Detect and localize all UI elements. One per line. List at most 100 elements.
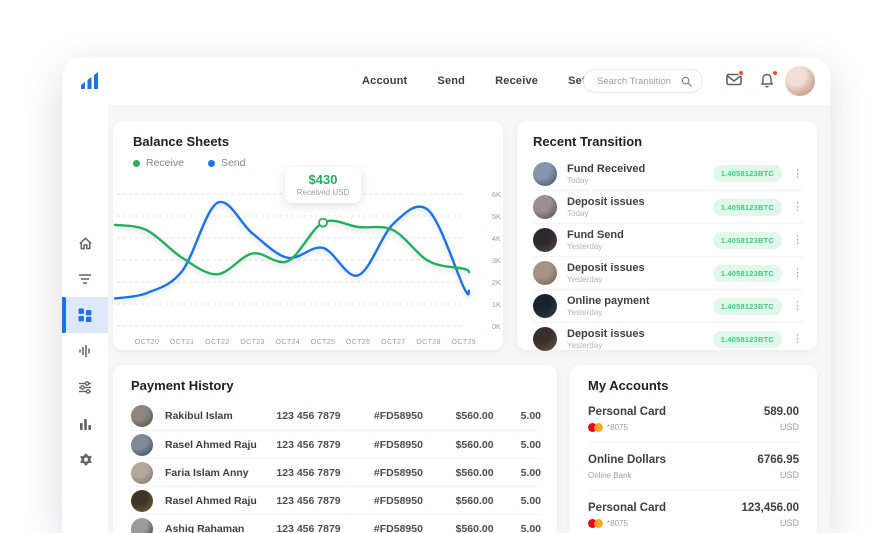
transition-row[interactable]: Online paymentYesterday1.4058123BTC⋮ (533, 289, 803, 322)
transition-list: Fund ReceivedToday1.4058123BTC⋮Deposit i… (533, 157, 803, 355)
kebab-menu-icon[interactable]: ⋮ (792, 169, 803, 179)
card-title: Payment History (131, 378, 541, 393)
payment-ref: #FD58950 (374, 410, 456, 422)
tooltip-label: Received USD (289, 188, 357, 197)
home-icon (78, 236, 93, 251)
svg-text:OCT26: OCT26 (346, 339, 371, 346)
nav-send[interactable]: Send (437, 75, 465, 87)
account-item[interactable]: Personal Card*8075589.00USD (588, 395, 799, 443)
payer-name: Rakibul Islam (165, 410, 276, 422)
transition-time: Yesterday (567, 242, 713, 251)
transition-title: Deposit issues (567, 262, 713, 274)
avatar (131, 405, 153, 427)
legend-dot (133, 160, 140, 167)
payer-name: Rasel Ahmed Raju (165, 495, 276, 507)
nav-account[interactable]: Account (362, 75, 407, 87)
account-item[interactable]: Online Dollars Online Bank 6766.95USD (588, 443, 799, 491)
svg-text:OCT20: OCT20 (135, 339, 160, 346)
kebab-menu-icon[interactable]: ⋮ (792, 334, 803, 344)
avatar (533, 162, 557, 186)
transition-row[interactable]: Deposit issuesToday1.4058123BTC ⋮ (533, 190, 803, 223)
account-item[interactable]: Personal Card*8075123,456.00USD (588, 491, 799, 533)
avatar (533, 327, 557, 351)
nav-receive[interactable]: Receive (495, 75, 538, 87)
chart-tooltip: $430 Received USD (285, 167, 361, 203)
amount-badge: 1.4058123BTC (713, 232, 782, 249)
account-left: Personal Card*8075 (588, 502, 666, 528)
legend-dot (208, 160, 215, 167)
mastercard-icon (588, 423, 603, 432)
amount-badge: 1.4058123BTC (713, 199, 782, 216)
payment-phone: 123 456 7879 (276, 439, 373, 451)
payment-row[interactable]: Rasel Ahmed Raju123 456 7879#FD58950$560… (131, 430, 541, 458)
bar-chart-icon (79, 417, 92, 430)
svg-text:OCT24: OCT24 (276, 339, 301, 346)
legend-send[interactable]: Send (208, 157, 246, 169)
payment-row[interactable]: Ashiq Rahaman123 456 7879#FD58950$560.00… (131, 514, 541, 533)
account-amount: 589.00 (764, 406, 799, 418)
payment-fee: 5.00 (521, 467, 541, 479)
payment-row[interactable]: Rasel Ahmed Raju123 456 7879#FD58950$560… (131, 486, 541, 514)
legend-label: Send (221, 157, 246, 169)
transition-title: Fund Send (567, 229, 713, 241)
amount-badge: 1.4058123BTC (713, 265, 782, 282)
svg-text:OCT21: OCT21 (170, 339, 195, 346)
search-input[interactable] (597, 76, 681, 87)
card-title: Recent Transition (533, 134, 803, 149)
logo-bars-icon[interactable] (78, 69, 104, 93)
payment-phone: 123 456 7879 (276, 467, 373, 479)
sidebar-item-dashboard[interactable] (62, 297, 108, 333)
transition-info: Fund SendYesterday (567, 229, 713, 251)
transition-row[interactable]: Fund ReceivedToday1.4058123BTC⋮ (533, 157, 803, 190)
search-box[interactable] (583, 69, 703, 93)
avatar (533, 261, 557, 285)
payment-row[interactable]: Faria Islam Anny123 456 7879#FD58950$560… (131, 458, 541, 486)
sidebar-item-bar-chart[interactable] (62, 405, 108, 441)
svg-text:2K: 2K (492, 278, 501, 287)
transition-time: Today (567, 209, 713, 218)
transition-info: Fund ReceivedToday (567, 163, 713, 185)
transition-row[interactable]: Fund SendYesterday1.4058123BTC ⋮ (533, 223, 803, 256)
payment-amount: $560.00 (456, 410, 521, 422)
payment-phone: 123 456 7879 (276, 410, 373, 422)
balance-chart[interactable]: $430 Received USD 6K5K4K3K2K1K0KOCT20OCT… (113, 179, 503, 350)
payment-row[interactable]: Rakibul Islam123 456 7879#FD58950$560.00… (131, 402, 541, 430)
account-bank: Online Bank (588, 471, 632, 480)
sidebar-item-settings[interactable] (62, 441, 108, 477)
account-name: Online Dollars (588, 454, 666, 466)
payer-name: Ashiq Rahaman (165, 523, 276, 533)
kebab-menu-icon[interactable]: ⋮ (792, 235, 803, 245)
kebab-menu-icon[interactable]: ⋮ (792, 268, 803, 278)
payment-fee: 5.00 (521, 439, 541, 451)
svg-text:OCT29: OCT29 (452, 339, 477, 346)
card-title: My Accounts (588, 378, 799, 393)
account-sub: Online Bank (588, 471, 666, 480)
sidebar-item-home[interactable] (62, 225, 108, 261)
svg-text:6K: 6K (492, 190, 501, 199)
svg-text:OCT27: OCT27 (381, 339, 406, 346)
sliders-icon (78, 381, 92, 394)
user-avatar[interactable] (785, 66, 815, 96)
transition-row[interactable]: Deposit issuesYesterday1.4058123BTC ⋮ (533, 256, 803, 289)
sidebar-item-filter[interactable] (62, 261, 108, 297)
transition-title: Deposit issues (567, 196, 713, 208)
account-amount: 6766.95 (757, 454, 799, 466)
payer-name: Rasel Ahmed Raju (165, 439, 276, 451)
sidebar-item-sliders[interactable] (62, 369, 108, 405)
kebab-menu-icon[interactable]: ⋮ (792, 202, 803, 212)
mail-icon[interactable] (726, 73, 742, 87)
transition-row[interactable]: Deposit issuesYesterday1.4058123BTC⋮ (533, 322, 803, 355)
equalizer-icon (78, 344, 92, 358)
transition-info: Deposit issuesYesterday (567, 262, 713, 284)
account-right: 6766.95USD (757, 454, 799, 480)
bell-icon[interactable] (760, 73, 776, 87)
kebab-menu-icon[interactable]: ⋮ (792, 301, 803, 311)
account-amount: 123,456.00 (741, 502, 799, 514)
account-sub: *8075 (588, 519, 666, 528)
avatar (533, 228, 557, 252)
sidebar-item-equalizer[interactable] (62, 333, 108, 369)
legend-label: Receive (146, 157, 184, 169)
payment-fee: 5.00 (521, 495, 541, 507)
legend-receive[interactable]: Receive (133, 157, 184, 169)
payer-name: Faria Islam Anny (165, 467, 276, 479)
